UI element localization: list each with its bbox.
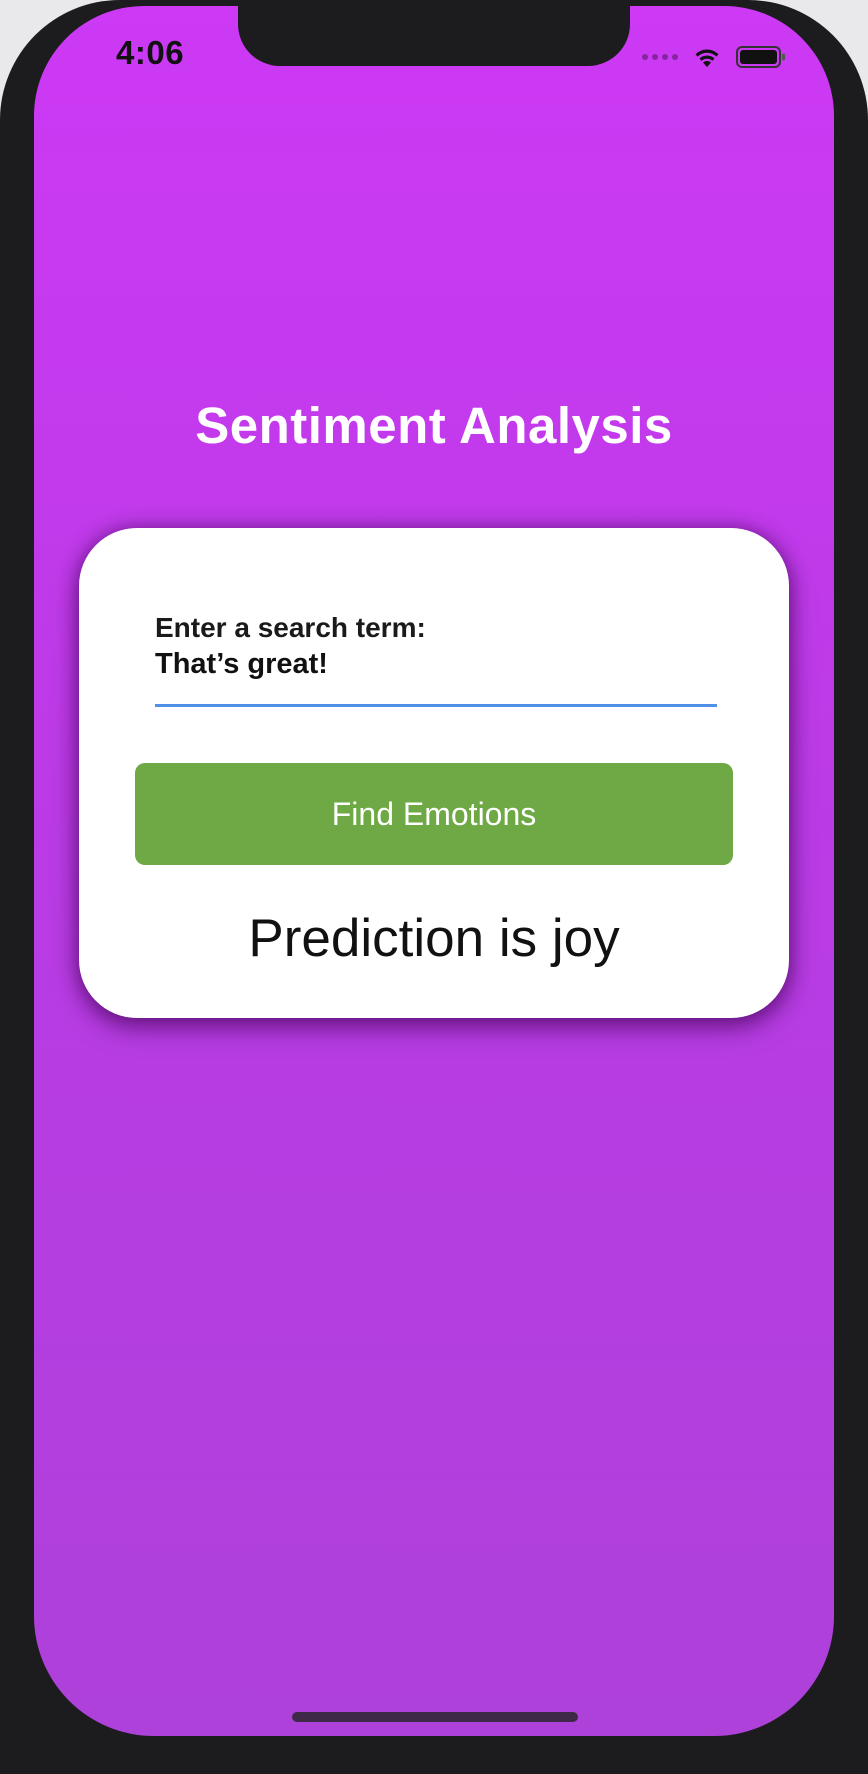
search-field-label: Enter a search term: [155,612,426,643]
search-input[interactable] [155,648,695,681]
wifi-icon [692,45,722,69]
device-notch [238,6,630,66]
signal-dots-icon [642,54,678,60]
status-time: 4:06 [116,34,185,71]
app-screen: 4:06 Sentiment Analysis Enter a search t… [34,6,834,1736]
page-title: Sentiment Analysis [195,397,673,454]
home-indicator [292,1712,578,1722]
search-input-underline [155,704,717,707]
find-emotions-button[interactable]: Find Emotions [135,763,733,865]
prediction-text: Prediction is joy [248,909,620,968]
battery-icon [736,45,786,69]
device-frame: 4:06 Sentiment Analysis Enter a search t… [0,0,868,1774]
analysis-card: Enter a search term: Find Emotions Predi… [79,528,789,1018]
status-icons [642,42,786,72]
